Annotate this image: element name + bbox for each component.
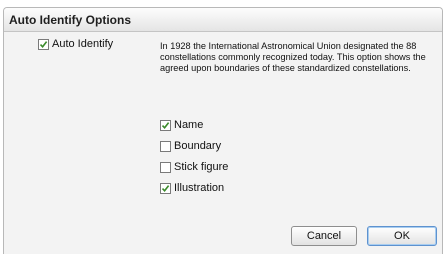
option-illustration-checkbox[interactable]: Illustration: [160, 182, 224, 194]
checkmark-icon: [161, 121, 170, 129]
checkmark-icon: [39, 40, 48, 48]
option-stick-figure-label: Stick figure: [174, 161, 229, 173]
auto-identify-label: Auto Identify: [52, 38, 114, 50]
checkbox-box[interactable]: [160, 161, 171, 173]
option-boundary-checkbox[interactable]: Boundary: [160, 140, 221, 152]
checkmark-icon: [161, 184, 170, 192]
cancel-button[interactable]: Cancel: [291, 226, 357, 246]
description-text: In 1928 the International Astronomical U…: [160, 41, 426, 73]
auto-identify-dialog: Auto Identify Options Auto Identify In 1…: [3, 7, 443, 254]
ok-button[interactable]: OK: [367, 226, 437, 246]
checkbox-box[interactable]: [160, 182, 171, 194]
option-boundary-label: Boundary: [174, 140, 222, 152]
option-stick-figure-checkbox[interactable]: Stick figure: [160, 161, 228, 173]
auto-identify-checkbox[interactable]: Auto Identify: [38, 38, 113, 50]
checkbox-box[interactable]: [38, 38, 49, 50]
option-name-label: Name: [174, 119, 204, 131]
dialog-title: Auto Identify Options: [4, 8, 442, 32]
checkbox-box[interactable]: [160, 119, 171, 131]
option-name-checkbox[interactable]: Name: [160, 119, 203, 131]
checkbox-box[interactable]: [160, 140, 171, 152]
option-illustration-label: Illustration: [174, 182, 225, 194]
